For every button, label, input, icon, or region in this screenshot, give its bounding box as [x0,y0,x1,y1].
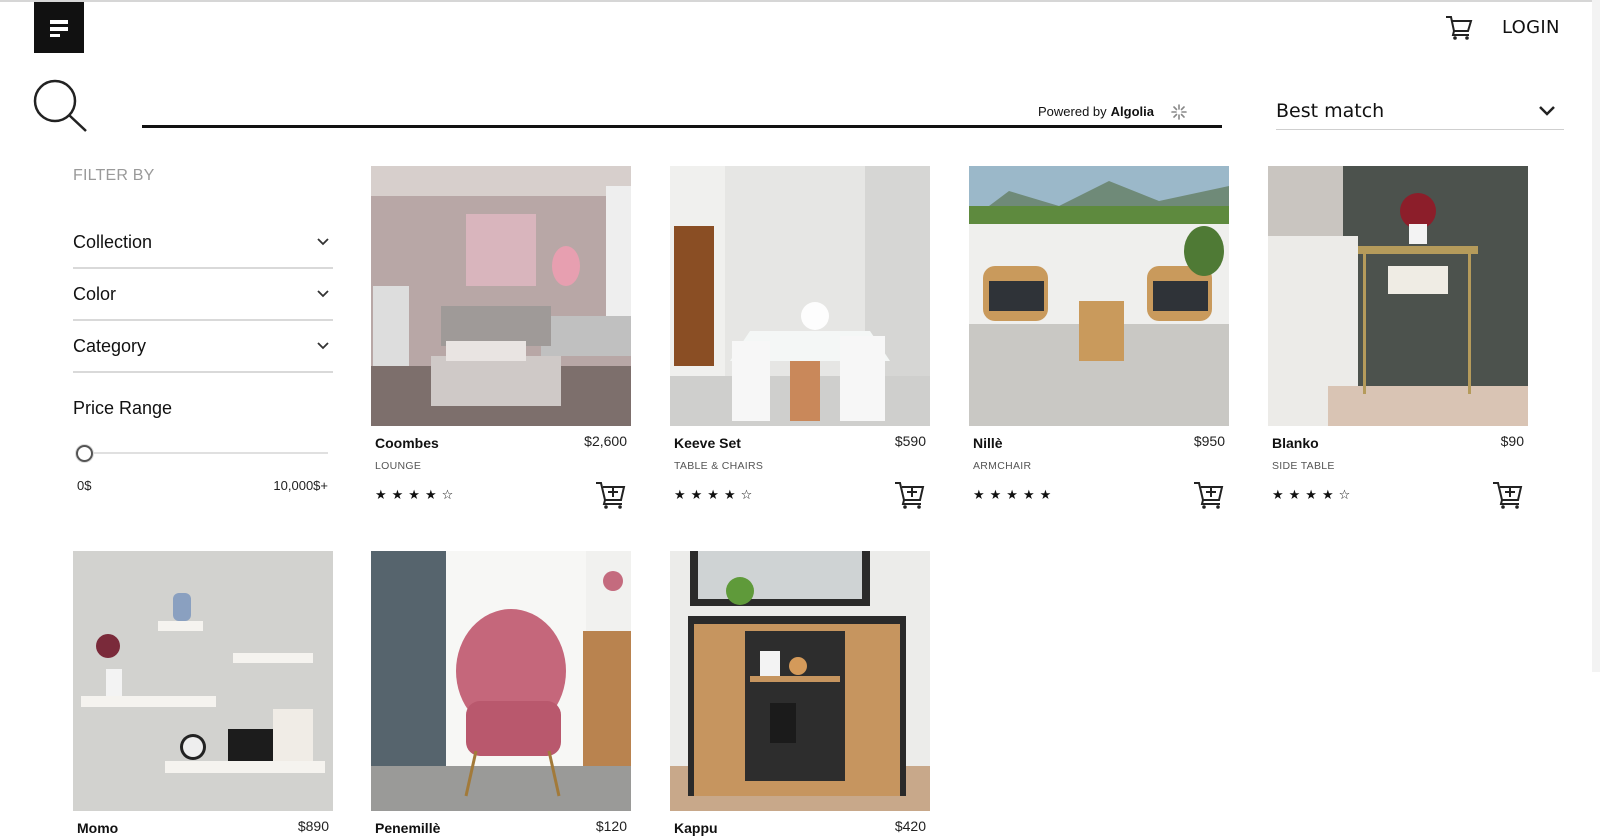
add-to-cart-icon[interactable] [1193,478,1225,510]
product-card[interactable]: Blanko $90 SIDE TABLE ★★★★☆ [1268,166,1528,509]
menu-icon [50,19,68,37]
product-category: ARMCHAIR [973,460,1032,472]
product-price: $890 [297,818,329,834]
product-image[interactable] [371,551,631,811]
product-image[interactable] [1268,166,1528,426]
product-rating: ★★★★☆ [1272,488,1356,503]
product-price: $120 [595,818,627,834]
product-card[interactable]: Penemillè $120 [371,551,631,836]
product-rating: ★★★★☆ [674,488,758,503]
product-category: LOUNGE [375,460,422,472]
filter-color-label: Color [73,283,117,304]
product-price: $590 [894,433,926,449]
product-price: $950 [1193,433,1225,449]
filter-title: FILTER BY [73,167,155,184]
product-card[interactable]: Coombes $2,600 LOUNGE ★★★★☆ [371,166,631,509]
price-range-title: Price Range [73,398,173,418]
price-range-handle[interactable] [76,445,93,462]
product-name[interactable]: Nillè [973,435,1003,451]
product-category: SIDE TABLE [1272,460,1335,472]
chevron-down-icon [317,290,329,298]
product-name[interactable]: Penemillè [375,820,440,836]
product-image[interactable] [670,166,930,426]
product-name[interactable]: Coombes [375,435,439,451]
product-name[interactable]: Kappu [674,820,718,836]
chevron-down-icon [317,238,329,246]
product-image[interactable] [73,551,333,811]
powered-by-prefix: Powered by [1038,104,1107,119]
add-to-cart-icon[interactable] [595,478,627,510]
product-price: $2,600 [584,433,627,449]
product-name[interactable]: Blanko [1272,435,1319,451]
search-icon[interactable] [32,78,90,134]
product-card[interactable]: Keeve Set $590 TABLE & CHAIRS ★★★★☆ [670,166,930,509]
product-price: $420 [894,818,926,834]
powered-by-algolia: Powered by Algolia [1038,104,1154,119]
product-card[interactable]: Momo $890 [73,551,333,836]
filter-category[interactable]: Category [73,321,333,373]
price-range-track[interactable] [78,452,328,454]
add-to-cart-icon[interactable] [894,478,926,510]
product-name[interactable]: Momo [77,820,118,836]
product-price: $90 [1500,433,1524,449]
product-card[interactable]: Kappu $420 [670,551,930,836]
filter-category-label: Category [73,335,147,356]
product-rating: ★★★★☆ [375,488,459,503]
cart-icon[interactable] [1444,12,1474,42]
filter-collection[interactable]: Collection [73,217,333,269]
sort-selected-value: Best match [1276,99,1385,122]
product-rating: ★★★★★ [973,488,1057,503]
login-link[interactable]: LOGIN [1502,17,1560,38]
product-name[interactable]: Keeve Set [674,435,741,451]
scrollbar[interactable] [1592,0,1600,672]
product-image[interactable] [371,166,631,426]
powered-by-brand: Algolia [1110,104,1154,119]
algolia-icon [1171,104,1187,120]
price-range-max: 10,000$+ [273,478,328,493]
chevron-down-icon [1539,105,1555,116]
price-range-min: 0$ [77,478,92,493]
product-card[interactable]: Nillè $950 ARMCHAIR ★★★★★ [969,166,1229,509]
product-category: TABLE & CHAIRS [674,460,764,472]
chevron-down-icon [317,342,329,350]
add-to-cart-icon[interactable] [1492,478,1524,510]
sort-select[interactable]: Best match [1276,92,1564,130]
product-image[interactable] [670,551,930,811]
filter-color[interactable]: Color [73,269,333,321]
filter-collection-label: Collection [73,231,153,252]
top-border [0,0,1600,2]
menu-button[interactable] [34,2,84,53]
product-image[interactable] [969,166,1229,426]
